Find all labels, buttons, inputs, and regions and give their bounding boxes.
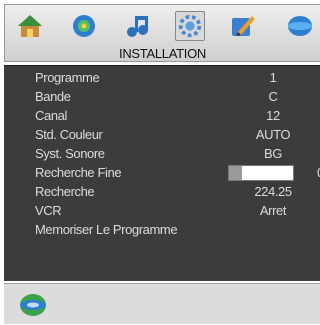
couleur-value: AUTO — [255, 127, 291, 142]
vcr-row[interactable]: VCR Arret — [4, 202, 320, 221]
sound-icon[interactable] — [122, 11, 152, 41]
fine-tune-slider[interactable] — [228, 165, 294, 181]
recherche-label: Recherche — [35, 184, 95, 199]
couleur-row[interactable]: Std. Couleur AUTO — [4, 126, 320, 145]
settings-icon[interactable] — [227, 11, 257, 41]
globe-icon[interactable] — [285, 11, 315, 41]
menu-title: INSTALLATION — [119, 46, 206, 61]
sonore-value: BG — [264, 146, 282, 161]
couleur-label: Std. Couleur — [35, 127, 103, 142]
memoriser-row[interactable]: Memoriser Le Programme — [4, 221, 320, 240]
sonore-label: Syst. Sonore — [35, 146, 105, 161]
programme-label: Programme — [35, 70, 100, 85]
picture-icon[interactable] — [69, 11, 99, 41]
sonore-row[interactable]: Syst. Sonore BG — [4, 145, 320, 164]
globe-nav-icon[interactable] — [18, 290, 48, 320]
fine-tune-slider-fill — [229, 166, 242, 180]
memoriser-label: Memoriser Le Programme — [35, 222, 178, 237]
programme-value: 1 — [269, 70, 277, 85]
bande-value: C — [268, 89, 278, 104]
canal-row[interactable]: Canal 12 — [4, 107, 320, 126]
installation-panel: Programme 1 Bande C Canal 12 Std. Couleu… — [4, 65, 320, 281]
vcr-value: Arret — [259, 203, 287, 218]
canal-value: 12 — [266, 108, 280, 123]
canal-label: Canal — [35, 108, 67, 123]
programme-row[interactable]: Programme 1 — [4, 69, 320, 88]
home-icon[interactable] — [15, 11, 45, 41]
menu-bar: INSTALLATION — [4, 4, 320, 62]
recherche-value: 224.25 — [254, 184, 292, 199]
bande-row[interactable]: Bande C — [4, 88, 320, 107]
recherche-row[interactable]: Recherche 224.25 — [4, 183, 320, 202]
bande-label: Bande — [35, 89, 71, 104]
installation-icon[interactable] — [175, 11, 205, 41]
footer-bar — [4, 283, 320, 324]
fine-tune-label: Recherche Fine — [35, 165, 122, 180]
fine-tune-row[interactable]: Recherche Fine 0 — [4, 164, 320, 183]
vcr-label: VCR — [35, 203, 62, 218]
